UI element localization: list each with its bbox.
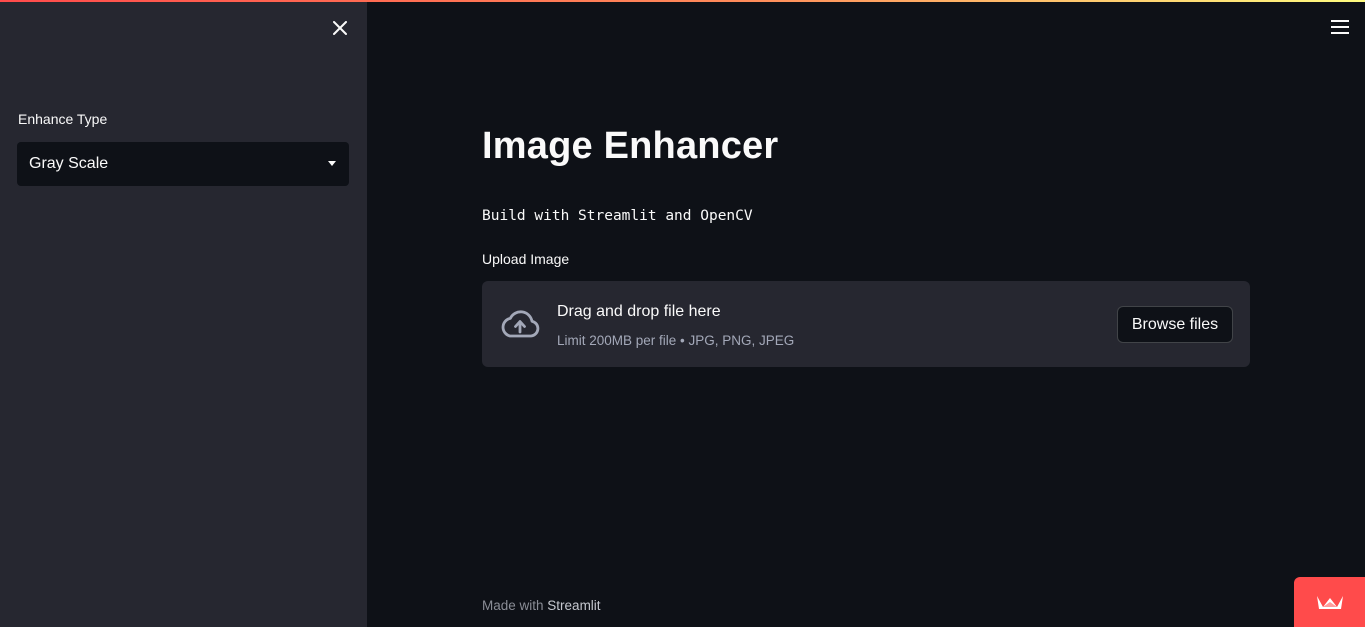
footer: Made with Streamlit <box>482 598 601 613</box>
streamlit-link[interactable]: Streamlit <box>547 598 600 613</box>
enhance-type-label: Enhance Type <box>18 111 108 127</box>
hamburger-menu-icon[interactable] <box>1329 18 1351 36</box>
page-title: Image Enhancer <box>482 125 779 167</box>
top-decoration-bar <box>0 0 1365 2</box>
browse-files-button[interactable]: Browse files <box>1117 306 1233 343</box>
select-value: Gray Scale <box>29 155 109 172</box>
cloud-upload-icon <box>499 307 541 341</box>
streamlit-crown-icon[interactable] <box>1294 577 1365 627</box>
file-dropzone[interactable]: Drag and drop file here Limit 200MB per … <box>482 281 1250 367</box>
footer-prefix: Made with <box>482 598 544 613</box>
enhance-type-select[interactable]: Gray Scale <box>17 142 349 186</box>
drop-title: Drag and drop file here <box>557 303 721 320</box>
upload-label: Upload Image <box>482 251 570 267</box>
page-subtitle: Build with Streamlit and OpenCV <box>482 208 753 224</box>
file-limit-text: Limit 200MB per file • JPG, PNG, JPEG <box>557 333 795 348</box>
sidebar: Enhance Type Gray Scale <box>0 0 367 627</box>
close-icon[interactable] <box>327 15 353 41</box>
chevron-down-icon <box>328 161 336 166</box>
